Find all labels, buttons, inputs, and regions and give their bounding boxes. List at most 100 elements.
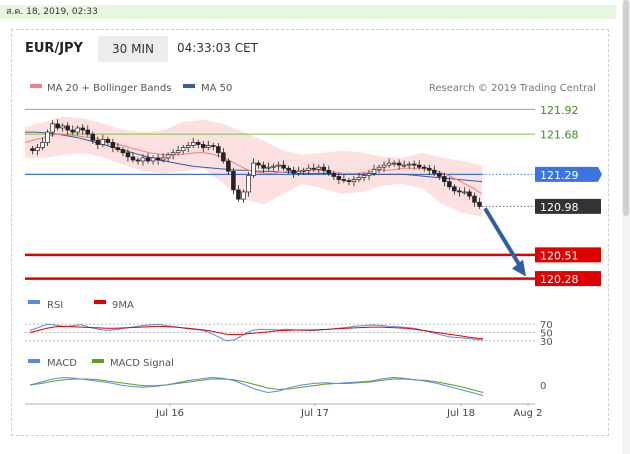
candle-body [170,152,176,156]
candle-body [346,180,352,182]
candle-body [406,163,412,166]
candle-body [201,144,206,148]
rsi-ma-legend-swatch [94,300,106,304]
candle-body [391,162,397,165]
candle-body [30,148,35,152]
candle-body [241,191,246,200]
candle-body [341,179,347,181]
ma20-legend-swatch [30,84,42,88]
candle-body [105,138,111,143]
ma50-legend-label: MA 50 [201,83,232,94]
candle-body [427,167,432,171]
candle-body [271,165,276,168]
candle-body [90,133,96,141]
candle-body [145,157,151,162]
candle-body [361,175,367,178]
candle-body [211,145,216,147]
macd-legend-label: MACD [47,358,77,369]
candle-body [326,169,332,174]
candle-body [276,164,281,167]
x-tick-label: Jul 17 [300,408,329,419]
candle-body [371,168,377,174]
candle-body [80,127,85,131]
candle-body [45,131,50,143]
candle-body [286,167,291,171]
rsi-ma-legend-label: 9MA [112,300,134,311]
candle-body [221,152,226,162]
candle-body [301,169,306,172]
ma20-legend-label: MA 20 + Bollinger Bands [47,83,171,94]
candle-body [306,167,311,171]
candle-body [40,142,45,148]
ma50-legend-swatch [183,84,195,88]
candle-body [356,177,362,180]
candle-body [180,147,186,152]
candle-body [190,142,196,146]
resistance-1-label: 121.68 [540,129,579,142]
macd-legend-swatch [28,359,40,363]
candle-body [70,129,75,133]
candle-body [125,152,131,158]
candle-body [165,154,171,159]
candle-body [266,166,271,169]
candle-body [195,142,201,145]
candle-body [366,173,372,176]
candle-body [130,156,136,161]
candle-body [296,170,301,174]
candle-body [261,164,266,169]
candle-body [50,123,55,133]
candle-body [160,157,166,161]
candle-body [135,159,141,162]
candle-body [231,170,236,191]
candle-body [376,166,382,170]
projection-arrow-shaft [483,207,523,269]
candle-body [120,149,126,154]
candle-body [150,157,156,162]
rsi-legend-label: RSI [47,300,63,311]
candle-body [351,179,357,182]
candle-body [437,173,442,177]
candle-body [85,129,91,135]
rsi-legend-swatch [28,300,40,304]
candle-body [75,127,80,133]
x-tick-label: Jul 16 [155,408,184,419]
candle-body [256,162,261,166]
candle-body [336,176,342,180]
candle-body [442,176,447,182]
candle-body [65,125,70,131]
candle-body [472,195,477,203]
candle-body [115,147,121,150]
candle-body [477,201,482,207]
candle-body [110,142,116,148]
trading-chart: MA 20 + Bollinger Bands MA 50 Research © 2… [24,83,602,419]
candle-body [251,162,256,176]
candle-body [462,191,467,194]
candle-body [155,157,161,161]
last-price-label: 120.98 [540,201,579,214]
candle-body [185,145,191,148]
candle-body [416,164,422,168]
candle-body [100,138,106,145]
candle-body [55,123,60,129]
candle-body [452,186,457,192]
candle-body [432,169,437,174]
support-1-label: 120.51 [540,249,579,262]
candle-body [291,169,296,174]
candle-body [35,147,40,152]
candle-body [216,146,221,154]
candle-body [421,166,427,169]
rsi-tick-label: 30 [540,337,553,348]
candle-body [316,166,322,170]
candle-body [60,125,65,129]
candle-body [411,163,417,166]
candle-body [281,164,286,169]
support-2-label: 120.28 [540,273,579,286]
credit-label: Research © 2019 Trading Central [429,83,596,94]
candle-body [206,145,211,148]
candle-body [396,162,402,166]
macd-signal-legend-label: MACD Signal [110,358,174,369]
candle-body [140,157,146,162]
candle-body [311,167,317,170]
candle-body [467,191,472,197]
candle-body [175,150,181,154]
